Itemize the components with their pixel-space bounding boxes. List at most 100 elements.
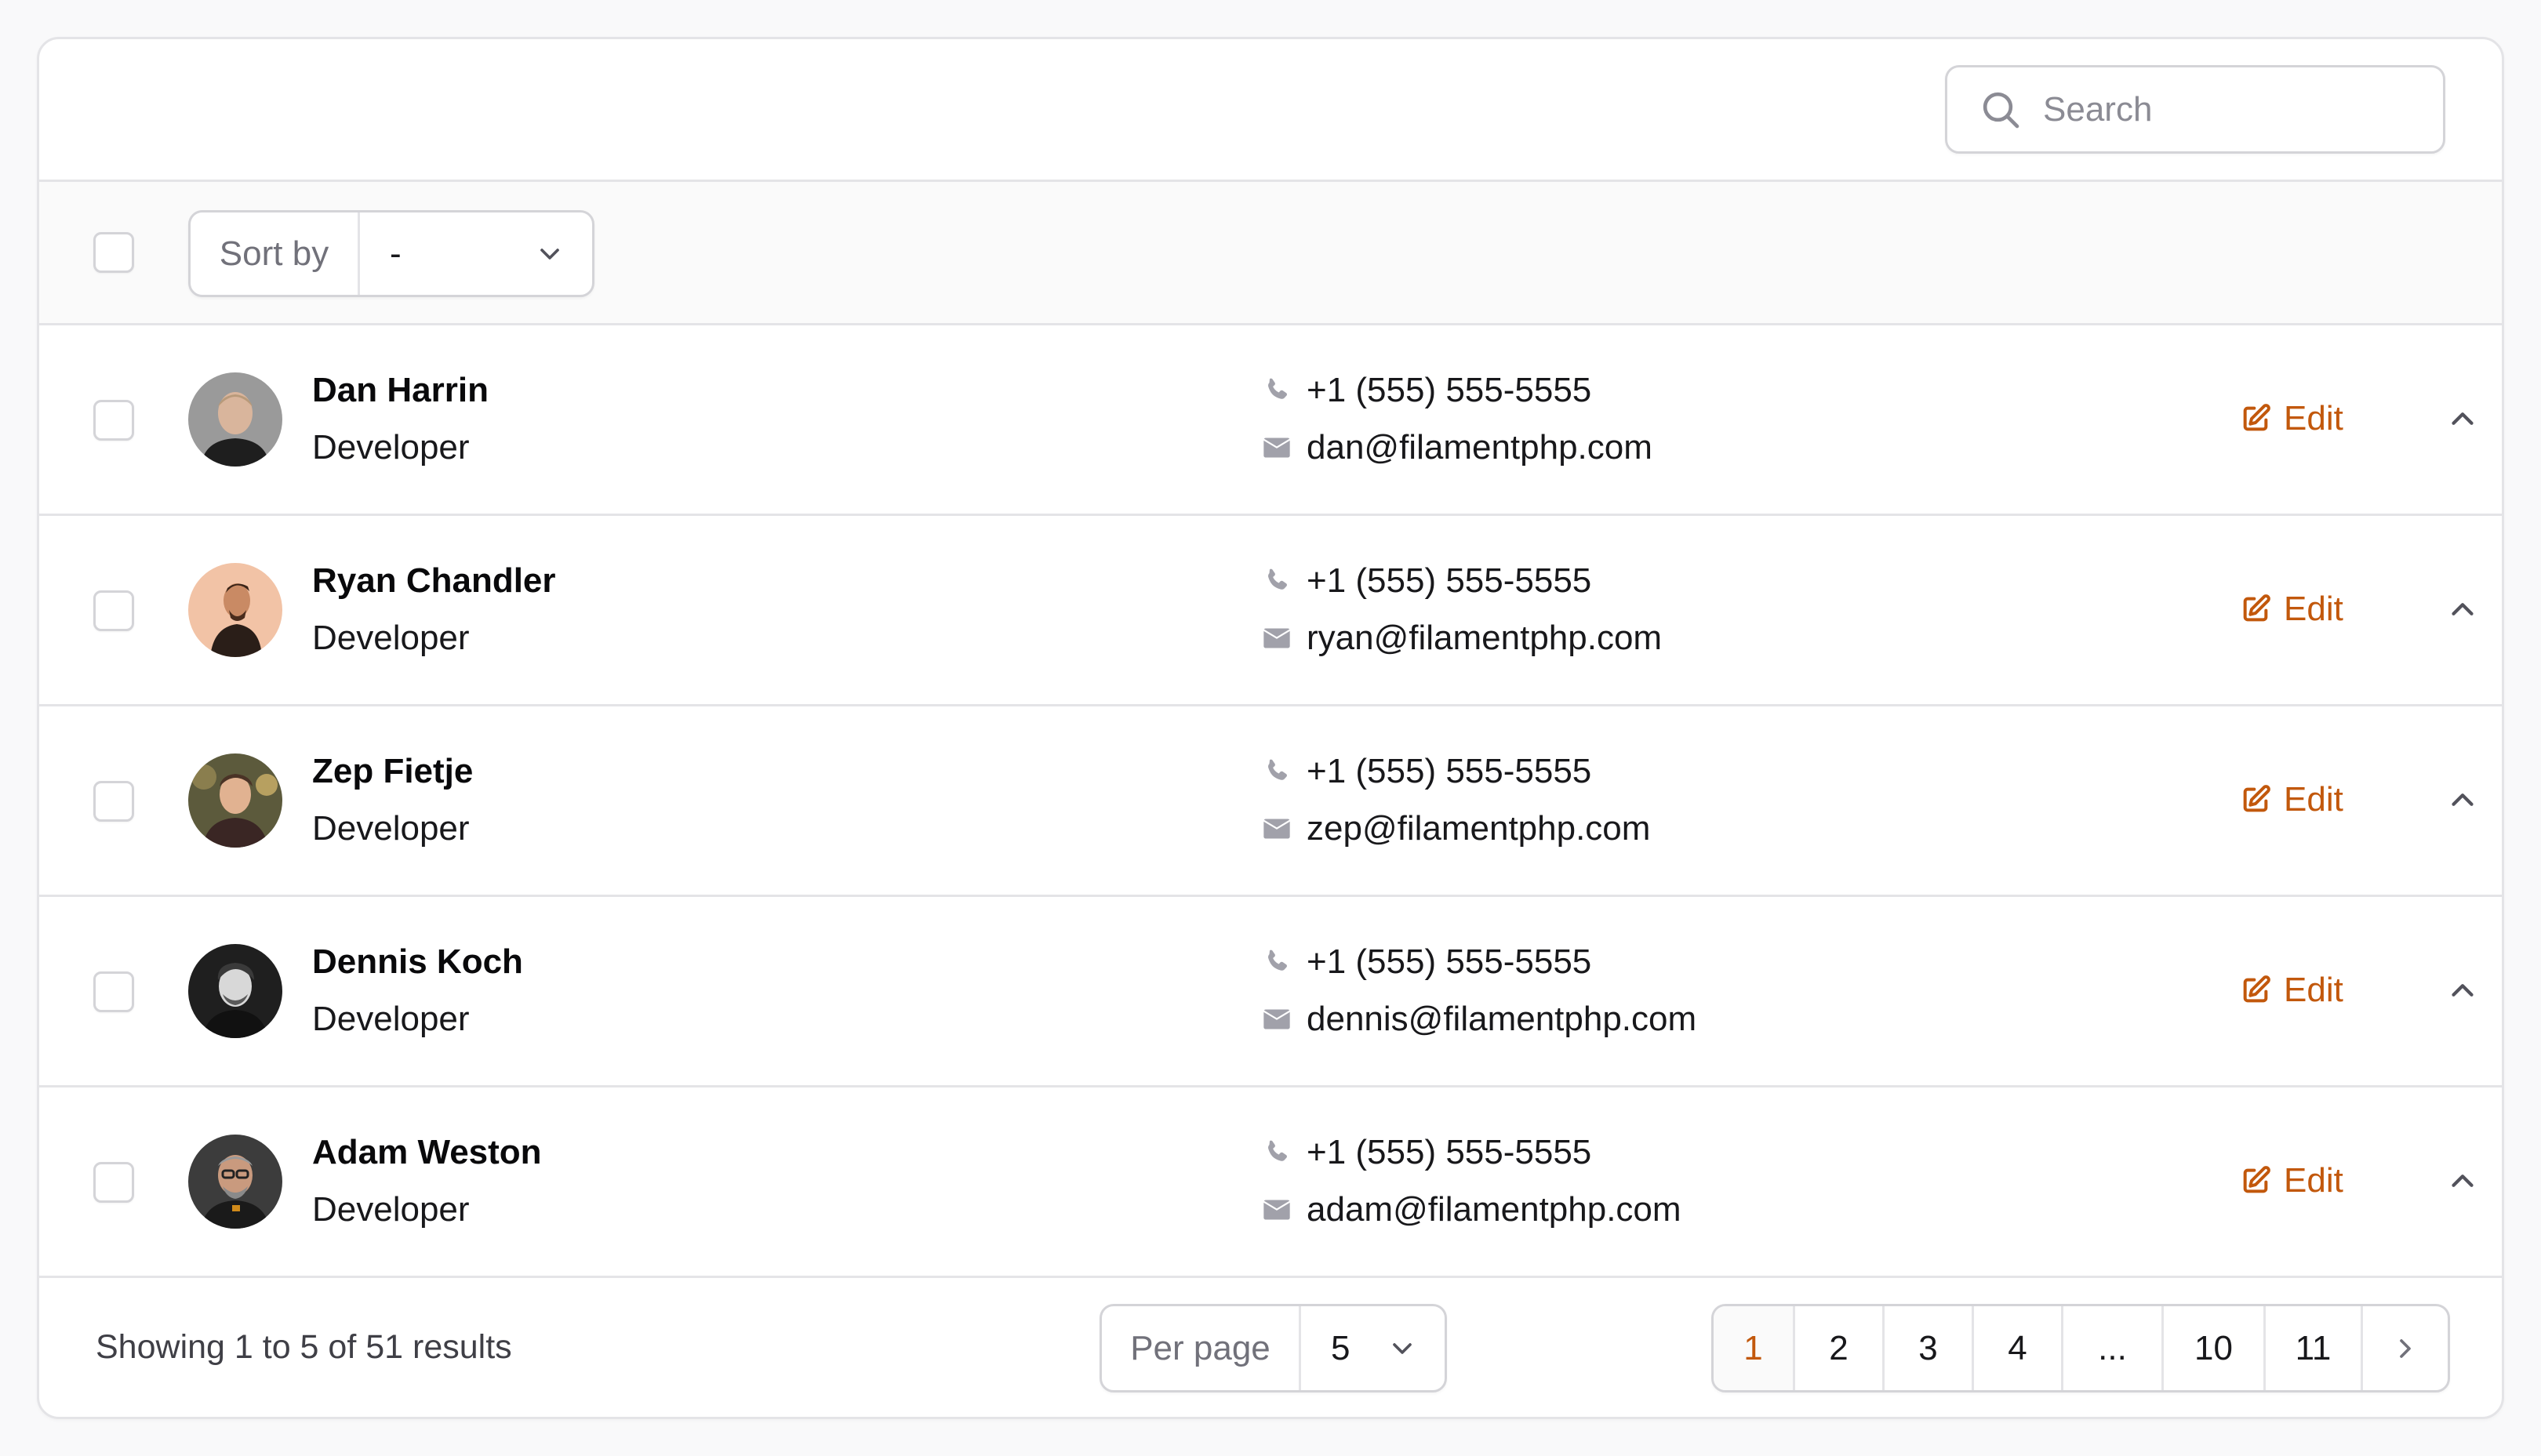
table-row: Adam Weston Developer +1 (555) 555-5555 …: [39, 1087, 2502, 1278]
user-role: Developer: [312, 428, 470, 467]
phone-text: +1 (555) 555-5555: [1307, 752, 1592, 790]
row-checkbox[interactable]: [93, 971, 134, 1012]
envelope-icon: [1263, 1009, 1290, 1029]
next-page-button[interactable]: [2363, 1306, 2448, 1390]
envelope-icon: [1263, 819, 1290, 839]
email-text: ryan@filamentphp.com: [1307, 619, 1663, 657]
avatar: [188, 372, 282, 467]
phone-entry: +1 (555) 555-5555: [1261, 942, 1591, 982]
edit-label: Edit: [2284, 971, 2343, 1009]
table-footer: Showing 1 to 5 of 51 results Per page 5 …: [39, 1278, 2502, 1417]
phone-text: +1 (555) 555-5555: [1307, 942, 1592, 981]
chevron-up-icon[interactable]: [2445, 782, 2481, 818]
chevron-up-icon[interactable]: [2445, 401, 2481, 437]
table-row: Dennis Koch Developer +1 (555) 555-5555 …: [39, 897, 2502, 1087]
phone-icon: [1268, 759, 1287, 780]
chevron-up-icon[interactable]: [2445, 1163, 2481, 1199]
user-role: Developer: [312, 1190, 470, 1229]
pagination: 1 2 3 4 ... 10 11: [1711, 1304, 2450, 1392]
select-all-checkbox[interactable]: [93, 232, 134, 273]
row-checkbox[interactable]: [93, 590, 134, 631]
table-row: Ryan Chandler Developer +1 (555) 555-555…: [39, 516, 2502, 706]
email-text: dennis@filamentphp.com: [1307, 1000, 1697, 1038]
table-row: Zep Fietje Developer +1 (555) 555-5555 z…: [39, 706, 2502, 897]
edit-button[interactable]: Edit: [2240, 590, 2343, 629]
email-entry: ryan@filamentphp.com: [1261, 619, 1662, 658]
avatar: [188, 563, 282, 657]
email-entry: dan@filamentphp.com: [1261, 428, 1652, 467]
page-button-3[interactable]: 3: [1885, 1306, 1974, 1390]
email-text: dan@filamentphp.com: [1307, 428, 1652, 467]
sort-value[interactable]: -: [360, 212, 592, 295]
pencil-square-icon: [2243, 1166, 2270, 1193]
page-button-2[interactable]: 2: [1795, 1306, 1885, 1390]
phone-text: +1 (555) 555-5555: [1307, 1133, 1592, 1171]
user-name: Dennis Koch: [312, 942, 523, 981]
phone-icon: [1268, 378, 1287, 399]
page-button-11[interactable]: 11: [2266, 1306, 2363, 1390]
avatar: [188, 1135, 282, 1229]
user-name: Dan Harrin: [312, 371, 489, 409]
user-name: Zep Fietje: [312, 752, 474, 790]
envelope-icon: [1263, 438, 1290, 458]
page-button-4[interactable]: 4: [1974, 1306, 2063, 1390]
row-checkbox[interactable]: [93, 400, 134, 441]
envelope-icon: [1263, 1200, 1290, 1220]
avatar: [188, 944, 282, 1038]
user-role: Developer: [312, 619, 470, 657]
user-role: Developer: [312, 1000, 470, 1038]
edit-button[interactable]: Edit: [2240, 971, 2343, 1010]
phone-entry: +1 (555) 555-5555: [1261, 1133, 1591, 1172]
phone-icon: [1268, 949, 1287, 971]
chevron-up-icon[interactable]: [2445, 591, 2481, 627]
per-page-select[interactable]: Per page 5: [1100, 1304, 1447, 1392]
phone-entry: +1 (555) 555-5555: [1261, 752, 1591, 791]
user-name: Ryan Chandler: [312, 561, 556, 600]
edit-button[interactable]: Edit: [2240, 780, 2343, 819]
phone-entry: +1 (555) 555-5555: [1261, 561, 1591, 601]
row-checkbox[interactable]: [93, 1162, 134, 1203]
email-text: zep@filamentphp.com: [1307, 809, 1651, 848]
chevron-down-icon: [540, 248, 559, 260]
user-role: Developer: [312, 809, 470, 848]
edit-label: Edit: [2284, 780, 2343, 819]
phone-icon: [1268, 1140, 1287, 1161]
chevron-right-icon: [2400, 1338, 2411, 1358]
per-page-label: Per page: [1102, 1306, 1301, 1390]
table-card: Sort by - Dan Harrin Developer +1 (555) …: [37, 37, 2504, 1419]
edit-button[interactable]: Edit: [2240, 399, 2343, 438]
phone-text: +1 (555) 555-5555: [1307, 371, 1592, 409]
page-button-1[interactable]: 1: [1714, 1306, 1795, 1390]
phone-icon: [1268, 568, 1287, 590]
email-text: adam@filamentphp.com: [1307, 1190, 1681, 1229]
email-entry: adam@filamentphp.com: [1261, 1190, 1681, 1229]
edit-label: Edit: [2284, 1161, 2343, 1200]
per-page-value[interactable]: 5: [1301, 1306, 1445, 1390]
page-ellipsis: ...: [2063, 1306, 2164, 1390]
pencil-square-icon: [2243, 404, 2270, 431]
results-summary: Showing 1 to 5 of 51 results: [96, 1328, 512, 1366]
per-page-value-text: 5: [1331, 1328, 1350, 1367]
table-row: Dan Harrin Developer +1 (555) 555-5555 d…: [39, 325, 2502, 516]
row-checkbox[interactable]: [93, 781, 134, 822]
user-name: Adam Weston: [312, 1133, 542, 1171]
table-toolbar: Sort by -: [39, 182, 2502, 325]
edit-button[interactable]: Edit: [2240, 1161, 2343, 1200]
chevron-up-icon[interactable]: [2445, 972, 2481, 1008]
phone-text: +1 (555) 555-5555: [1307, 561, 1592, 600]
phone-entry: +1 (555) 555-5555: [1261, 371, 1591, 410]
pencil-square-icon: [2243, 785, 2270, 812]
pencil-square-icon: [2243, 975, 2270, 1003]
edit-label: Edit: [2284, 399, 2343, 438]
sort-label: Sort by: [191, 212, 360, 295]
sort-select[interactable]: Sort by -: [188, 210, 594, 297]
avatar: [188, 753, 282, 848]
edit-label: Edit: [2284, 590, 2343, 628]
search-field[interactable]: [1945, 65, 2445, 154]
email-entry: zep@filamentphp.com: [1261, 809, 1650, 848]
page-button-10[interactable]: 10: [2164, 1306, 2266, 1390]
email-entry: dennis@filamentphp.com: [1261, 1000, 1696, 1039]
search-input[interactable]: [2043, 89, 2435, 129]
pencil-square-icon: [2243, 594, 2270, 622]
search-icon: [1983, 92, 2019, 128]
